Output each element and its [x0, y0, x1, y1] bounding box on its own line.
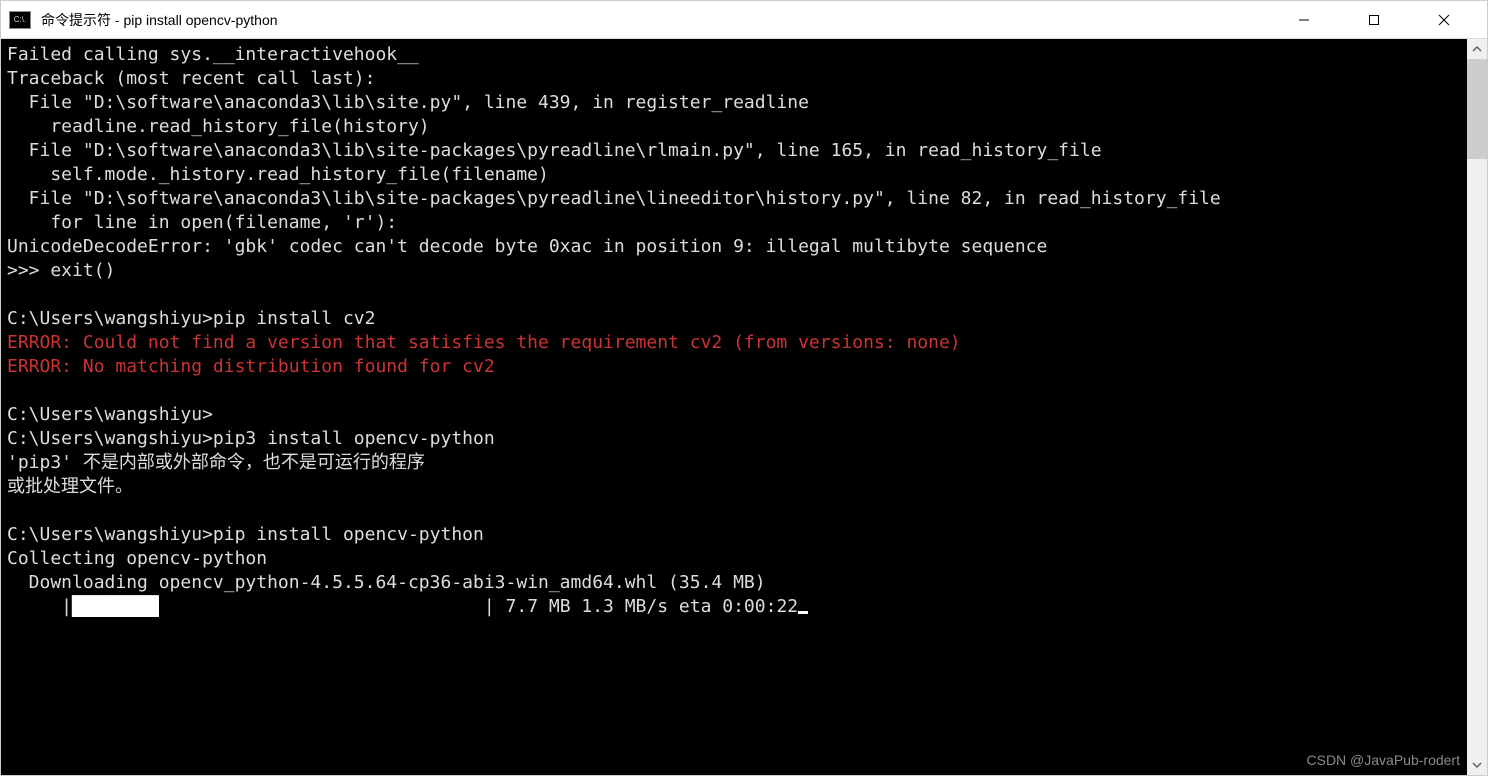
output-line: Failed calling sys.__interactivehook__ [7, 44, 419, 65]
title-bar[interactable]: C:\. 命令提示符 - pip install opencv-python [1, 1, 1487, 39]
chevron-down-icon [1472, 760, 1482, 770]
progress-line: |████████ | 7.7 MB 1.3 MB/s eta 0:00:22 [7, 596, 808, 617]
output-line: C:\Users\wangshiyu>pip install opencv-py… [7, 524, 484, 545]
progress-stats: | 7.7 MB 1.3 MB/s eta 0:00:22 [484, 596, 798, 617]
watermark-text: CSDN @JavaPub-rodert [1307, 752, 1461, 768]
output-line: Downloading opencv_python-4.5.5.64-cp36-… [7, 572, 766, 593]
cursor [798, 611, 808, 614]
vertical-scrollbar[interactable] [1467, 39, 1487, 775]
progress-empty [159, 596, 484, 617]
scroll-thumb[interactable] [1467, 59, 1487, 159]
progress-fill: ████████ [72, 596, 159, 617]
chevron-up-icon [1472, 44, 1482, 54]
output-line: File "D:\software\anaconda3\lib\site-pac… [7, 140, 1102, 161]
maximize-icon [1368, 14, 1380, 26]
cmd-window: C:\. 命令提示符 - pip install opencv-python F… [0, 0, 1488, 776]
output-line: UnicodeDecodeError: 'gbk' codec can't de… [7, 236, 1047, 257]
close-icon [1438, 14, 1450, 26]
error-line: ERROR: No matching distribution found fo… [7, 356, 495, 377]
minimize-icon [1298, 14, 1310, 26]
output-line: Collecting opencv-python [7, 548, 267, 569]
close-button[interactable] [1409, 2, 1479, 38]
output-line: C:\Users\wangshiyu>pip install cv2 [7, 308, 375, 329]
maximize-button[interactable] [1339, 2, 1409, 38]
output-line: >>> exit() [7, 260, 115, 281]
output-line: File "D:\software\anaconda3\lib\site.py"… [7, 92, 809, 113]
terminal-output[interactable]: Failed calling sys.__interactivehook__ T… [1, 39, 1467, 775]
output-line: 'pip3' 不是内部或外部命令，也不是可运行的程序 [7, 452, 425, 473]
progress-prefix: | [7, 596, 72, 617]
output-line: readline.read_history_file(history) [7, 116, 430, 137]
terminal-area: Failed calling sys.__interactivehook__ T… [1, 39, 1487, 775]
output-line: File "D:\software\anaconda3\lib\site-pac… [7, 188, 1221, 209]
window-title: 命令提示符 - pip install opencv-python [41, 10, 1269, 30]
output-line: C:\Users\wangshiyu>pip3 install opencv-p… [7, 428, 495, 449]
output-line: C:\Users\wangshiyu> [7, 404, 213, 425]
output-line: for line in open(filename, 'r'): [7, 212, 397, 233]
scroll-up-arrow[interactable] [1467, 39, 1487, 59]
cmd-icon: C:\. [9, 11, 31, 29]
scroll-down-arrow[interactable] [1467, 755, 1487, 775]
output-line: Traceback (most recent call last): [7, 68, 375, 89]
minimize-button[interactable] [1269, 2, 1339, 38]
output-line: self.mode._history.read_history_file(fil… [7, 164, 549, 185]
error-line: ERROR: Could not find a version that sat… [7, 332, 961, 353]
output-line: 或批处理文件。 [7, 476, 133, 497]
window-controls [1269, 2, 1479, 38]
